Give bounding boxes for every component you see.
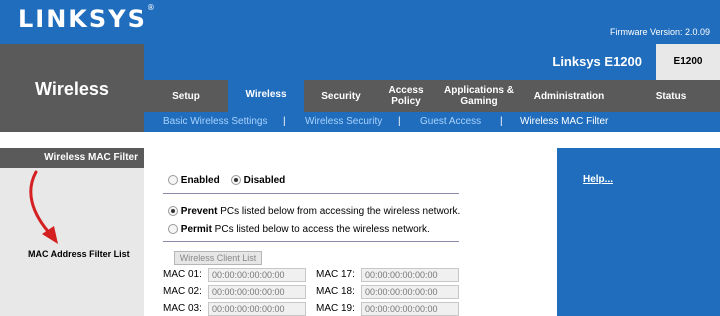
tab-status[interactable]: Status <box>644 80 698 112</box>
mac-input[interactable]: 00:00:00:00:00:00 <box>208 285 306 299</box>
mac-input[interactable]: 00:00:00:00:00:00 <box>361 285 459 299</box>
permit-description: PCs listed below to access the wireless … <box>211 224 430 235</box>
product-bar: Linksys E1200 <box>144 44 720 80</box>
disabled-label: Disabled <box>243 175 286 186</box>
enabled-label: Enabled <box>180 175 220 186</box>
mac-label: MAC 02: <box>163 286 202 297</box>
tab-wireless[interactable]: Wireless <box>228 76 304 112</box>
subtab-basic-wireless-settings[interactable]: Basic Wireless Settings <box>163 116 267 127</box>
mac-label: MAC 18: <box>316 286 355 297</box>
section-header: Wireless MAC Filter <box>0 148 144 168</box>
red-curved-arrow-icon <box>29 170 58 244</box>
mac-input[interactable]: 00:00:00:00:00:00 <box>208 302 306 316</box>
mac-label: MAC 19: <box>316 303 355 314</box>
subtab-wireless-mac-filter[interactable]: Wireless MAC Filter <box>520 116 608 127</box>
enabled-radio[interactable] <box>168 175 178 186</box>
wireless-client-list-button[interactable]: Wireless Client List <box>174 251 262 265</box>
mac-input[interactable]: 00:00:00:00:00:00 <box>361 268 459 282</box>
firmware-version: Firmware Version: 2.0.09 <box>609 27 710 37</box>
prevent-row: Prevent PCs listed below from accessing … <box>168 206 460 217</box>
divider-strip <box>0 132 720 148</box>
subtab-separator: | <box>398 116 401 127</box>
help-panel <box>557 148 720 316</box>
tab-security[interactable]: Security <box>312 80 370 112</box>
trademark-mark: ® <box>146 3 155 12</box>
permit-row: Permit PCs listed below to access the wi… <box>168 224 430 235</box>
disabled-radio[interactable] <box>230 175 241 186</box>
subtab-separator: | <box>283 116 286 127</box>
divider-line <box>163 241 459 242</box>
subtab-separator: | <box>500 116 503 127</box>
prevent-radio[interactable] <box>168 206 178 217</box>
tab-applications-gaming[interactable]: Applications & Gaming <box>438 80 520 112</box>
permit-label: Permit <box>180 224 212 235</box>
prevent-label: Prevent <box>180 206 218 217</box>
tab-applications-gaming-label: Applications & Gaming <box>443 85 514 107</box>
mac-input[interactable]: 00:00:00:00:00:00 <box>208 268 306 282</box>
permit-radio[interactable] <box>168 224 178 235</box>
page-title: Wireless <box>35 79 109 99</box>
tab-setup[interactable]: Setup <box>154 80 218 112</box>
mac-input[interactable]: 00:00:00:00:00:00 <box>361 302 459 316</box>
product-name: Linksys E1200 <box>552 54 642 69</box>
prevent-description: PCs listed below from accessing the wire… <box>217 206 461 217</box>
mac-label: MAC 01: <box>163 269 202 280</box>
main-tabs: Setup Wireless Security Access Policy Ap… <box>144 76 720 112</box>
divider-line <box>163 193 459 194</box>
tab-access-policy[interactable]: Access Policy <box>380 80 432 112</box>
model-box: E1200 <box>656 44 720 80</box>
mac-label: MAC 03: <box>163 303 202 314</box>
enable-disable-row: Enabled Disabled <box>168 175 285 186</box>
mac-label: MAC 17: <box>316 269 355 280</box>
subtab-wireless-security[interactable]: Wireless Security <box>305 116 382 127</box>
mac-address-filter-list-label: MAC Address Filter List <box>28 249 130 259</box>
page-title-block: Wireless <box>0 44 144 132</box>
top-bar: LINKSYS® Firmware Version: 2.0.09 <box>0 0 720 44</box>
tab-administration[interactable]: Administration <box>528 80 610 112</box>
subtab-guest-access[interactable]: Guest Access <box>420 116 481 127</box>
linksys-logo: LINKSYS® <box>18 3 155 33</box>
tab-access-policy-label: Access Policy <box>388 85 424 107</box>
sub-tabs: Basic Wireless Settings | Wireless Secur… <box>144 112 720 132</box>
help-link[interactable]: Help... <box>583 174 613 185</box>
logo-text: LINKSYS <box>18 5 147 33</box>
section-label: Wireless MAC Filter <box>44 152 138 163</box>
